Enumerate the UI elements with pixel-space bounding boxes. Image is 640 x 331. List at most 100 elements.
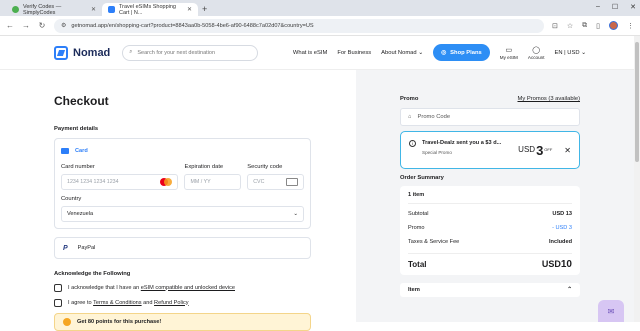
ack-device-checkbox[interactable] [54,284,62,292]
nomad-logo[interactable]: Nomad [54,46,110,60]
maximize-icon[interactable]: ☐ [612,3,618,11]
promo-value: - USD 3 [552,225,572,231]
esim-compatible-link[interactable]: eSIM compatible and unlocked device [141,285,235,291]
browser-tab-active[interactable]: Travel eSIMs Shopping Cart | N... ✕ [102,3,198,16]
menu-icon[interactable]: ⋮ [627,22,634,30]
ack-terms-text: I agree to Terms & Conditions and Refund… [68,300,189,306]
tab-title: Verify Codes — SimplyCodes [23,4,87,16]
expiry-input[interactable]: MM / YY [184,174,241,190]
payment-details-heading: Payment details [54,126,311,132]
fee-row: Taxes & Service Fee Included [408,235,572,249]
user-icon: ◯ [532,46,540,54]
bookmark-star-icon[interactable]: ☆ [567,22,573,30]
total-value: 10 [561,259,572,270]
points-text: Get 80 points for this purchase! [77,319,161,325]
country-field: Country Venezuela ⌄ [61,196,304,222]
cvc-input[interactable]: CVC [247,174,304,190]
browser-tab[interactable]: Verify Codes — SimplyCodes ✕ [6,3,102,16]
promo-code-input[interactable]: ⌂ Promo Code [400,108,580,126]
order-summary-heading: Order Summary [400,175,580,181]
close-window-icon[interactable]: ✕ [630,3,636,11]
total-currency: USD [542,259,561,269]
paypal-label: PayPal [78,245,96,251]
item-count: 1 item [408,192,424,198]
page-title: Checkout [54,94,311,108]
site-settings-icon[interactable]: ⚙ [61,22,66,29]
my-esim-link[interactable]: ▭ My eSIM [500,46,518,60]
nav-for-business[interactable]: For Business [337,50,371,56]
close-tab-icon[interactable]: ✕ [91,6,96,13]
nomad-logo-icon [54,46,68,60]
sidebar-icon[interactable]: ▯ [596,22,600,30]
promo-heading: Promo [400,96,418,102]
country-select[interactable]: Venezuela ⌄ [61,206,304,222]
window-controls: – ☐ ✕ [596,3,636,11]
ack-terms-checkbox[interactable] [54,299,62,307]
shop-plans-button[interactable]: ◎ Shop Plans [433,44,490,61]
profile-avatar[interactable] [609,21,618,30]
extensions-icon[interactable]: ⧉ [582,22,587,30]
checkout-form: Checkout Payment details Card Card numbe… [0,70,356,322]
forward-icon[interactable]: → [22,21,30,30]
expiry-placeholder: MM / YY [190,179,210,185]
locale-selector[interactable]: EN | USD ⌄ [554,50,586,56]
back-icon[interactable]: ← [6,21,14,30]
cvc-card-icon [286,178,298,186]
refund-policy-link[interactable]: Refund Policy [154,300,189,306]
deal-subtitle: Special Promo [422,150,512,155]
chat-icon: ✉ [608,307,615,316]
account-label: Account [528,55,545,60]
deal-currency: USD [518,145,535,154]
item-accordion[interactable]: Item ⌃ [400,283,580,297]
url-text: getnomad.app/en/shopping-cart?product=88… [71,23,313,29]
my-promos-link[interactable]: My Promos (3 available) [518,96,581,102]
credit-card-icon [61,148,69,154]
destination-search[interactable]: ⌕ Search for your next destination [122,45,258,61]
account-link[interactable]: ◯ Account [528,46,545,60]
ack-device-row: I acknowledge that I have an eSIM compat… [54,283,311,292]
chevron-up-icon: ⌃ [567,287,572,293]
browser-tab-bar: Verify Codes — SimplyCodes ✕ Travel eSIM… [0,0,640,16]
reload-icon[interactable]: ↻ [38,21,46,30]
ack-terms-row: I agree to Terms & Conditions and Refund… [54,298,311,307]
remove-promo-icon[interactable]: ✕ [564,146,571,155]
paypal-option[interactable]: P PayPal [54,237,311,259]
search-placeholder: Search for your next destination [137,50,215,56]
my-esim-label: My eSIM [500,55,518,60]
applied-promo-card: i Travel-Dealz sent you a $3 d... Specia… [400,131,580,169]
cvc-field: Security code CVC [247,164,304,190]
cvc-placeholder: CVC [253,179,264,185]
paypal-icon: P [63,245,68,252]
total-amount: USD10 [542,259,572,270]
deal-off: OFF [544,147,552,152]
card-number-input[interactable]: 1234 1234 1234 1234 [61,174,178,190]
promo-row: Promo - USD 3 [408,221,572,235]
country-label: Country [61,196,304,202]
ack-device-text: I acknowledge that I have an eSIM compat… [68,285,235,291]
item-count-row: 1 item [408,186,572,204]
nav-what-is-esim[interactable]: What is eSIM [293,50,327,56]
deal-value: 3 [536,145,543,156]
site-header: Nomad ⌕ Search for your next destination… [0,36,640,70]
page-scrollbar[interactable] [634,36,640,322]
cvc-label: Security code [247,164,304,170]
install-app-icon[interactable]: ⊡ [552,22,558,30]
sim-icon: ▭ [506,46,513,54]
card-number-placeholder: 1234 1234 1234 1234 [67,179,119,185]
url-field[interactable]: ⚙ getnomad.app/en/shopping-cart?product=… [54,19,544,33]
minimize-icon[interactable]: – [596,3,600,11]
scrollbar-thumb[interactable] [635,42,639,162]
expiry-label: Expiration date [184,164,241,170]
checkout-main: Checkout Payment details Card Card numbe… [0,70,640,322]
card-tab[interactable]: Card [61,145,304,156]
terms-link[interactable]: Terms & Conditions [93,300,142,306]
chat-support-button[interactable]: ✉ [598,300,624,322]
tag-icon: ⌂ [408,114,412,120]
nav-about-nomad[interactable]: About Nomad ⌄ [381,50,423,56]
new-tab-icon[interactable]: + [202,4,207,16]
points-banner: Get 80 points for this purchase! [54,313,311,331]
expiry-field: Expiration date MM / YY [184,164,241,190]
close-tab-icon[interactable]: ✕ [187,6,192,13]
info-icon: i [409,140,416,147]
globe-icon: ◎ [441,50,446,56]
